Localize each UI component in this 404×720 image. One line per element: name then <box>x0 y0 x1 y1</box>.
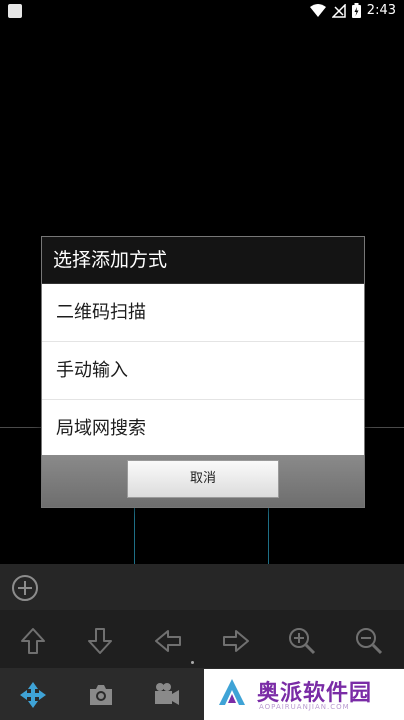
option-manual-input[interactable]: 手动输入 <box>42 342 364 400</box>
arrow-down-icon[interactable] <box>85 626 115 656</box>
battery-icon <box>351 3 361 18</box>
brand-logo-icon <box>219 679 245 705</box>
zoom-out-icon[interactable] <box>354 626 384 656</box>
video-record-icon[interactable] <box>152 680 182 710</box>
status-time: 2:43 <box>366 3 396 18</box>
page-indicator-dot <box>191 661 194 664</box>
arrow-right-icon[interactable] <box>221 626 251 656</box>
add-device-bar <box>0 564 404 610</box>
grid-divider-vertical <box>134 508 135 564</box>
add-circle-icon[interactable] <box>11 574 39 602</box>
grid-divider-vertical <box>268 508 269 564</box>
arrow-up-icon[interactable] <box>18 626 48 656</box>
ptz-direction-icon[interactable] <box>18 680 48 710</box>
option-lan-search[interactable]: 局域网搜索 <box>42 400 364 457</box>
option-qr-scan[interactable]: 二维码扫描 <box>42 284 364 342</box>
status-indicators: 2:43 <box>309 3 396 18</box>
signal-icon <box>331 3 346 18</box>
status-bar: 2:43 <box>0 0 404 24</box>
wifi-icon <box>309 3 326 17</box>
watermark-url: AOPAIRUANJIAN.COM <box>259 703 350 711</box>
ptz-controls <box>0 614 404 666</box>
dialog-footer: 取消 <box>42 455 364 507</box>
camera-icon[interactable] <box>86 680 116 710</box>
zoom-in-icon[interactable] <box>287 626 317 656</box>
add-method-dialog: 选择添加方式 二维码扫描 手动输入 局域网搜索 取消 <box>41 236 365 508</box>
watermark: 奥派软件园 AOPAIRUANJIAN.COM <box>204 669 404 720</box>
arrow-left-icon[interactable] <box>153 626 183 656</box>
cancel-button[interactable]: 取消 <box>127 460 279 498</box>
notification-app-icon <box>8 4 22 18</box>
dialog-title: 选择添加方式 <box>42 237 364 284</box>
